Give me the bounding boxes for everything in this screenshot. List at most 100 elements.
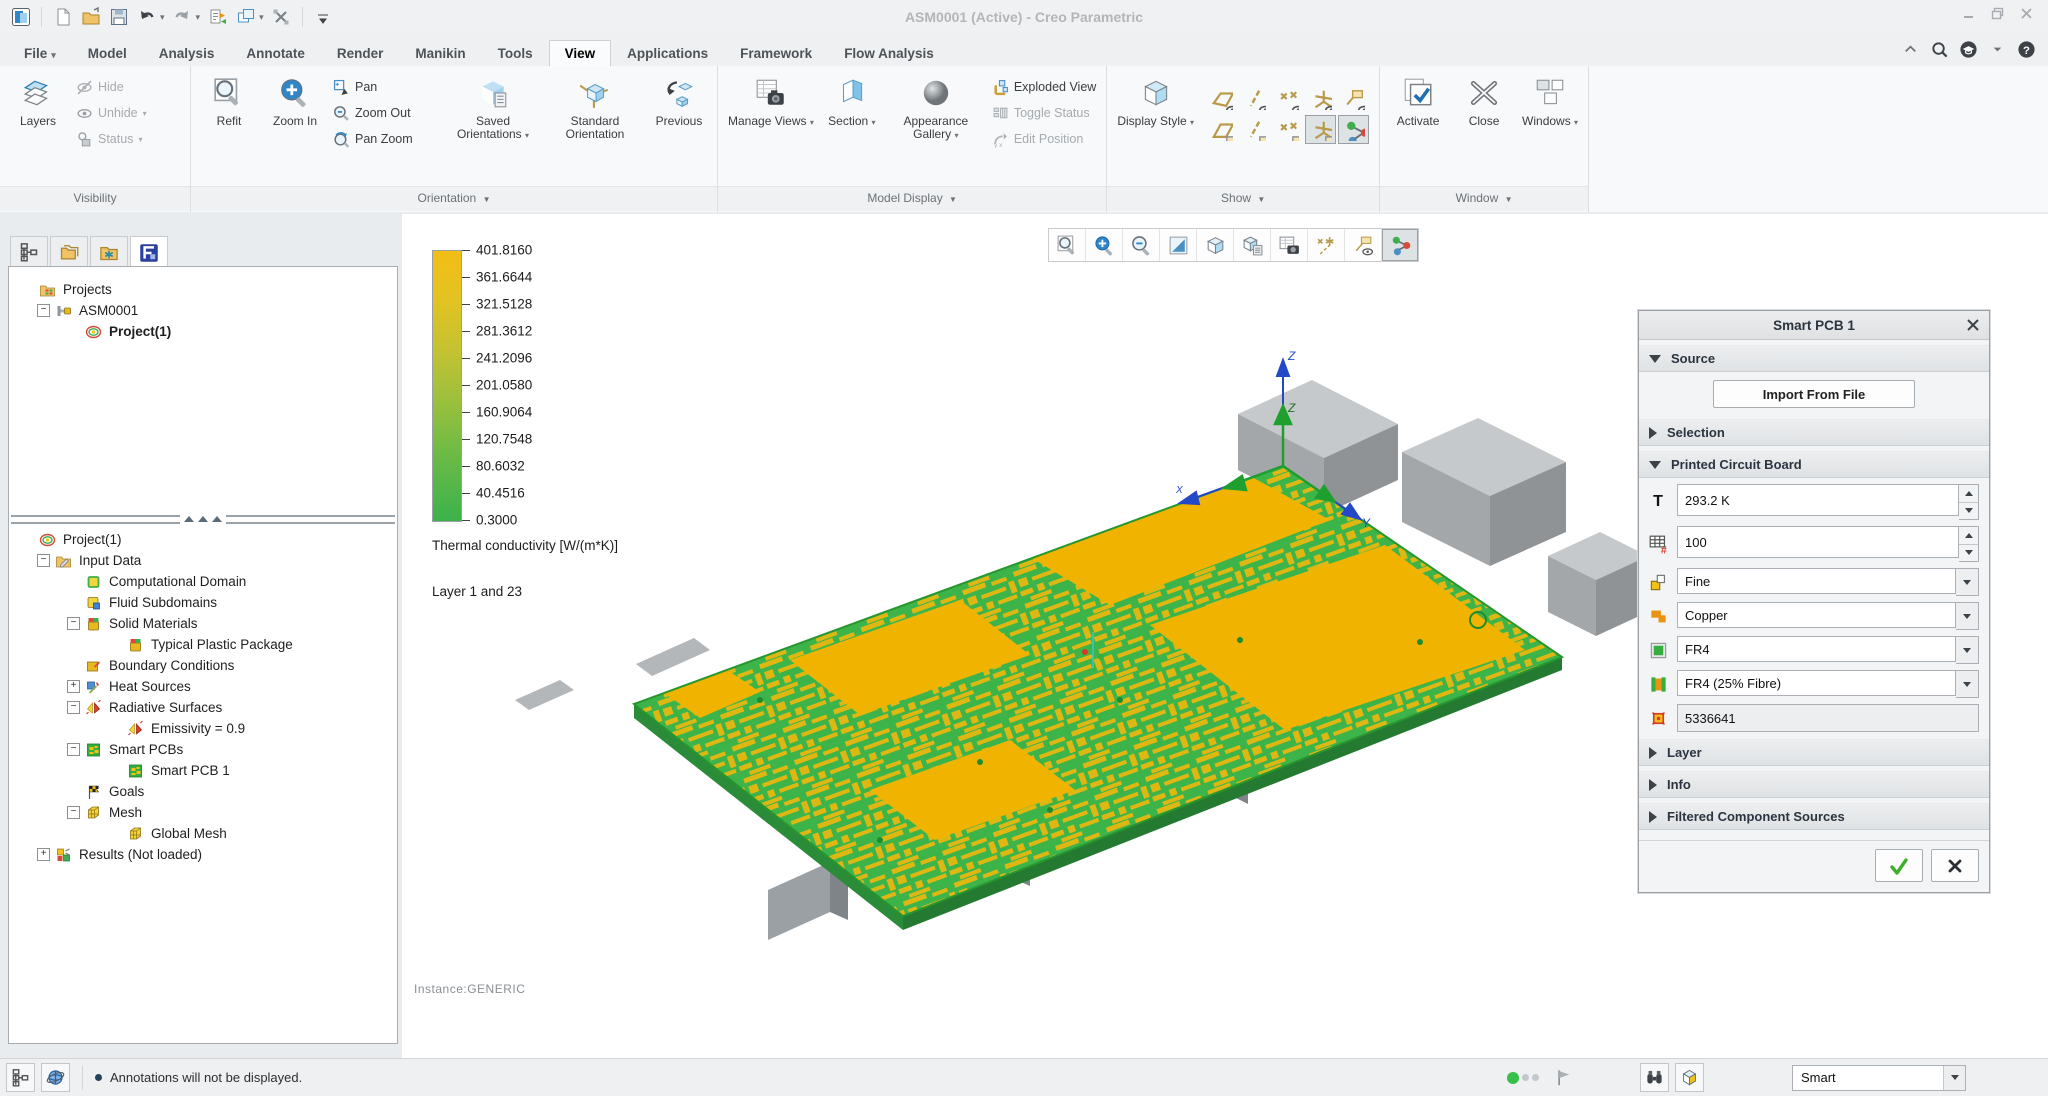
tree-item-asm0001[interactable]: −ASM0001	[9, 300, 397, 321]
select-arrow-icon[interactable]	[1956, 636, 1979, 664]
field-input[interactable]: 100	[1677, 526, 1959, 558]
vp-repaint-icon[interactable]	[1160, 229, 1197, 261]
vp-zoom-out-icon[interactable]	[1123, 229, 1160, 261]
previous-button[interactable]: Previous	[647, 70, 711, 128]
flag-icon[interactable]	[1555, 1068, 1574, 1087]
tab-manikin[interactable]: Manikin	[399, 40, 481, 66]
exploded-view-button[interactable]: Exploded View	[988, 74, 1100, 100]
regenerate-icon[interactable]	[207, 7, 228, 28]
manage-views-button[interactable]: Manage Views ▾	[724, 70, 818, 129]
tree-item-emissivity-0-9[interactable]: Emissivity = 0.9	[9, 718, 397, 739]
field-input[interactable]: 293.2 K	[1677, 484, 1959, 516]
tree-item-global-mesh[interactable]: Global Mesh	[9, 823, 397, 844]
tree-item-typical-plastic-package[interactable]: Typical Plastic Package	[9, 634, 397, 655]
web-browser-icon[interactable]	[41, 1063, 70, 1092]
tab-view[interactable]: View	[549, 40, 612, 66]
refit-button[interactable]: Refit	[197, 70, 261, 128]
restore-icon[interactable]	[1990, 6, 2005, 24]
navigator-tab-flow-analysis-tab[interactable]	[130, 236, 168, 268]
tab-applications[interactable]: Applications	[611, 40, 724, 66]
collapse-ribbon-icon[interactable]	[1901, 40, 1920, 62]
field-select[interactable]: FR4	[1677, 636, 1956, 662]
import-from-file-button[interactable]: Import From File	[1713, 380, 1915, 408]
creo-logo-icon[interactable]	[10, 7, 31, 28]
section-printed-circuit-board[interactable]: Printed Circuit Board	[1639, 451, 1989, 478]
customize-toolbar-icon[interactable]	[313, 7, 334, 28]
section-source[interactable]: Source	[1639, 345, 1989, 372]
group-label[interactable]: Orientation ▼	[191, 186, 717, 211]
select-arrow-icon[interactable]	[1956, 568, 1979, 596]
activate-button[interactable]: Activate	[1386, 70, 1450, 128]
tab-analysis[interactable]: Analysis	[143, 40, 231, 66]
tab-flow-analysis[interactable]: Flow Analysis	[828, 40, 950, 66]
tree-item-results-not-loaded-[interactable]: +Results (Not loaded)	[9, 844, 397, 865]
tab-framework[interactable]: Framework	[724, 40, 828, 66]
collapse-expander-icon[interactable]: −	[67, 806, 80, 819]
dropdown-arrow-icon[interactable]	[1988, 40, 2007, 62]
field-select[interactable]: Fine	[1677, 568, 1956, 594]
section-filtered-component-sources[interactable]: Filtered Component Sources	[1639, 803, 1989, 830]
tree-item-project-1-[interactable]: Project(1)	[9, 529, 397, 550]
pan-button[interactable]: Pan	[329, 74, 441, 100]
tree-item-mesh[interactable]: −Mesh	[9, 802, 397, 823]
window-switch-icon[interactable]	[235, 7, 256, 28]
field-select[interactable]: FR4 (25% Fibre)	[1677, 670, 1956, 696]
section-layer[interactable]: Layer	[1639, 739, 1989, 766]
expand-expander-icon[interactable]: +	[37, 848, 50, 861]
close-button[interactable]: Close	[1452, 70, 1516, 128]
navigator-splitter[interactable]	[11, 513, 395, 525]
collapse-expander-icon[interactable]: −	[37, 554, 50, 567]
find-icon[interactable]	[1640, 1063, 1669, 1092]
undo-icon[interactable]	[136, 7, 157, 28]
csys-tag-icon[interactable]	[1305, 115, 1336, 144]
tab-tools[interactable]: Tools	[482, 40, 549, 66]
minimize-icon[interactable]	[1961, 6, 1976, 24]
collapse-expander-icon[interactable]: −	[67, 701, 80, 714]
tab-annotate[interactable]: Annotate	[230, 40, 321, 66]
vp-display-style-icon[interactable]	[1197, 229, 1234, 261]
component-icon[interactable]	[1675, 1063, 1704, 1092]
windows-button[interactable]: Windows ▾	[1518, 70, 1582, 129]
search-mode-select[interactable]: Smart	[1792, 1065, 1966, 1091]
point-display-icon[interactable]	[1272, 84, 1303, 113]
layers-button[interactable]: Layers	[6, 70, 70, 128]
spin-center-icon[interactable]	[1338, 115, 1369, 144]
dropdown-arrow-icon[interactable]: ▾	[160, 12, 165, 23]
tree-item-input-data[interactable]: −Input Data	[9, 550, 397, 571]
axis-display-icon[interactable]	[1239, 84, 1270, 113]
select-arrow-icon[interactable]	[1956, 670, 1979, 698]
navigator-tab-favorites[interactable]	[90, 236, 128, 266]
tree-item-radiative-surfaces[interactable]: −Radiative Surfaces	[9, 697, 397, 718]
tree-item-smart-pcbs[interactable]: −Smart PCBs	[9, 739, 397, 760]
ok-button[interactable]	[1875, 849, 1923, 882]
vp-refit-icon[interactable]	[1049, 229, 1086, 261]
expand-expander-icon[interactable]: +	[67, 680, 80, 693]
section-info[interactable]: Info	[1639, 771, 1989, 798]
cancel-button[interactable]	[1931, 849, 1979, 882]
dialog-title-bar[interactable]: Smart PCB 1	[1639, 311, 1989, 340]
tree-item-smart-pcb-1[interactable]: Smart PCB 1	[9, 760, 397, 781]
collapse-expander-icon[interactable]: −	[67, 743, 80, 756]
tab-model[interactable]: Model	[72, 40, 143, 66]
vp-datum-filters-icon[interactable]	[1308, 229, 1345, 261]
tree-item-goals[interactable]: Goals	[9, 781, 397, 802]
tree-item-solid-materials[interactable]: −Solid Materials	[9, 613, 397, 634]
spinner-arrows[interactable]	[1959, 484, 1979, 520]
dropdown-arrow-icon[interactable]: ▾	[259, 12, 264, 23]
csys-display-icon[interactable]	[1305, 84, 1336, 113]
close-icon[interactable]	[2019, 6, 2034, 24]
vp-spin-center-icon[interactable]	[1382, 229, 1418, 261]
group-label[interactable]: Model Display ▼	[718, 186, 1106, 211]
spinner-arrows[interactable]	[1959, 526, 1979, 562]
tree-item-computational-domain[interactable]: Computational Domain	[9, 571, 397, 592]
vp-annotation-filters-icon[interactable]	[1345, 229, 1382, 261]
tab-file[interactable]: File▾	[8, 40, 72, 66]
annotation-display-icon[interactable]	[1338, 84, 1369, 113]
save-icon[interactable]	[108, 7, 129, 28]
search-icon[interactable]	[1930, 40, 1949, 62]
zoom-out-button[interactable]: Zoom Out	[329, 100, 441, 126]
plane-tag-icon[interactable]	[1206, 115, 1237, 144]
navigator-tab-model-tree[interactable]	[10, 236, 48, 266]
vp-saved-orientations-icon[interactable]	[1234, 229, 1271, 261]
help-icon[interactable]: ?	[2017, 40, 2036, 62]
